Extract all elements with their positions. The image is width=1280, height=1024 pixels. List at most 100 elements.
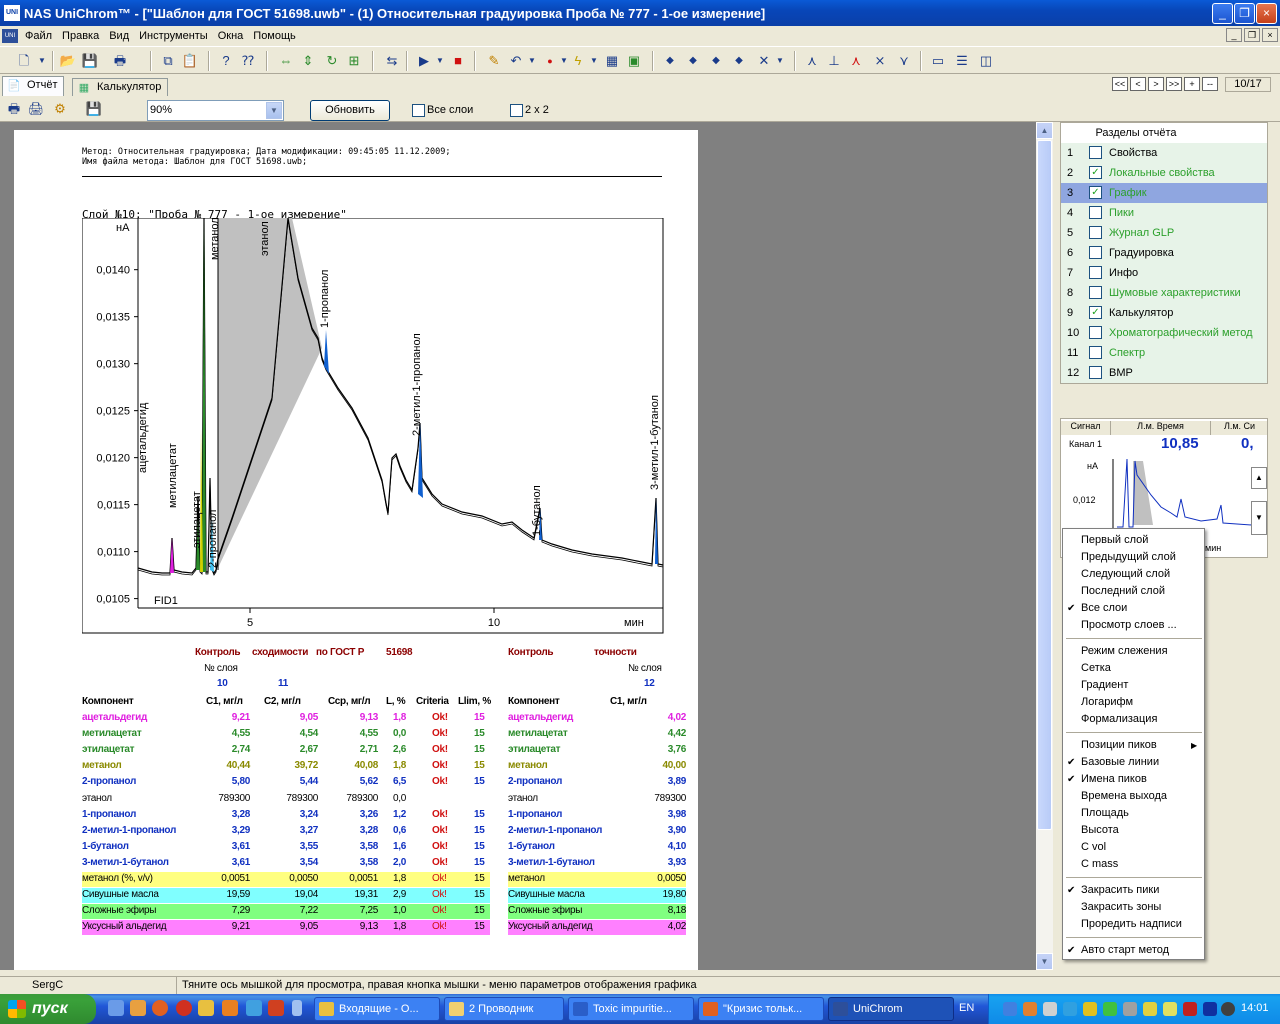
settings-tray-icon[interactable]	[1123, 1002, 1137, 1016]
taskbar-task[interactable]: Toxic impuritie...	[568, 997, 694, 1021]
tab-calculator[interactable]: ▦ Калькулятор	[72, 78, 169, 96]
title-bar[interactable]: UNI NAS UniChrom™ - ["Шаблон для ГОСТ 51…	[0, 0, 1280, 26]
taskbar-task[interactable]: "Кризис тольк...	[698, 997, 824, 1021]
context-menu-item[interactable]: Имена пиков	[1081, 771, 1147, 788]
new-icon[interactable]: 🗋	[14, 51, 34, 71]
section-checkbox[interactable]: ✓	[1089, 186, 1102, 199]
context-menu-item[interactable]: Времена выхода	[1081, 788, 1167, 805]
context-menu-item[interactable]: C mass	[1081, 856, 1118, 873]
context-menu-item[interactable]: Закрасить пики	[1081, 882, 1159, 899]
refresh-button[interactable]: Обновить	[310, 100, 390, 121]
print-preview-icon[interactable]: 🖶	[4, 99, 24, 119]
section-checkbox[interactable]: ✓	[1089, 306, 1102, 319]
mini-scroll-up[interactable]: ▲	[1251, 467, 1267, 489]
section-row[interactable]: 9 ✓ Калькулятор	[1061, 303, 1267, 323]
disk-tray-icon[interactable]	[1143, 1002, 1157, 1016]
calc-icon[interactable]: ▦	[602, 51, 622, 71]
alert-tray-icon[interactable]	[1183, 1002, 1197, 1016]
menu-file[interactable]: Файл	[20, 30, 57, 42]
section-row[interactable]: 6 Градуировка	[1061, 243, 1267, 263]
section-row[interactable]: 2 ✓ Локальные свойства	[1061, 163, 1267, 183]
section-row[interactable]: 8 Шумовые характеристики	[1061, 283, 1267, 303]
context-menu-item[interactable]: Все слои	[1081, 600, 1127, 617]
context-menu-item[interactable]: Последний слой	[1081, 583, 1165, 600]
marker-x-dropdown-icon[interactable]: ▼	[770, 51, 790, 71]
fit-icon[interactable]: ⊞	[344, 51, 364, 71]
report-save-icon[interactable]: 💾	[84, 99, 104, 119]
arrows-v-icon[interactable]: ⇕	[298, 51, 318, 71]
minimize-button[interactable]: _	[1212, 3, 1233, 24]
section-checkbox[interactable]	[1089, 246, 1102, 259]
taskbar-task[interactable]: Входящие - О...	[314, 997, 440, 1021]
desktop-quicklaunch-icon[interactable]	[108, 1000, 124, 1016]
link-icon[interactable]: ⇆	[382, 51, 402, 71]
nav-next-button[interactable]: >	[1148, 77, 1164, 91]
context-menu-item[interactable]: Предыдущий слой	[1081, 549, 1176, 566]
play-dropdown-icon[interactable]: ▼	[430, 51, 450, 71]
printer-tray-icon[interactable]	[1043, 1002, 1057, 1016]
nav-prev-button[interactable]: <	[1130, 77, 1146, 91]
nav-add-button[interactable]: +	[1184, 77, 1200, 91]
baseline-icon[interactable]: ⊥	[824, 51, 844, 71]
context-help-icon[interactable]: ⁇	[238, 51, 258, 71]
save-icon[interactable]: 💾	[80, 51, 100, 71]
section-row[interactable]: 7 Инфо	[1061, 263, 1267, 283]
context-menu-item[interactable]: Формализация	[1081, 711, 1157, 728]
context-menu-item[interactable]: Авто старт метод	[1081, 942, 1169, 959]
all-layers-checkbox[interactable]	[412, 104, 425, 117]
copy-icon[interactable]: ⧉	[158, 51, 178, 71]
taskbar-task[interactable]: 2 Проводник	[444, 997, 564, 1021]
section-row[interactable]: 4 Пики	[1061, 203, 1267, 223]
mini-scroll-down[interactable]: ▼	[1251, 501, 1267, 535]
arrows-h-icon[interactable]: ⇔	[276, 51, 296, 71]
two-by-two-checkbox[interactable]	[510, 104, 523, 117]
context-menu-item[interactable]: Проредить надписи	[1081, 916, 1182, 933]
taskbar-task[interactable]: UniChrom	[828, 997, 954, 1021]
network-tray-icon[interactable]	[1003, 1002, 1017, 1016]
report-page[interactable]: Метод: Относительная градуировка; Дата м…	[14, 130, 698, 970]
firefox-quicklaunch-icon[interactable]	[152, 1000, 168, 1016]
peak-merge-icon[interactable]: ⋎	[894, 51, 914, 71]
volume-tray-icon[interactable]	[1221, 1002, 1235, 1016]
section-checkbox[interactable]	[1089, 226, 1102, 239]
window-stack-icon[interactable]: ☰	[952, 51, 972, 71]
mdi-app-icon[interactable]: UNI	[2, 29, 18, 43]
section-row[interactable]: 5 Журнал GLP	[1061, 223, 1267, 243]
marker-down-icon[interactable]: ◆	[729, 51, 749, 71]
scroll-thumb[interactable]	[1037, 140, 1052, 830]
quicklaunch-expand-icon[interactable]	[292, 1000, 302, 1016]
section-checkbox[interactable]	[1089, 326, 1102, 339]
paste-icon[interactable]: 📋	[180, 51, 200, 71]
stop-icon[interactable]: ■	[448, 51, 468, 71]
context-menu-item[interactable]: Следующий слой	[1081, 566, 1170, 583]
print-icon[interactable]: 🖶	[110, 51, 130, 71]
media-quicklaunch-icon[interactable]	[222, 1000, 238, 1016]
mdi-close-button[interactable]: ×	[1262, 28, 1278, 42]
context-menu-item[interactable]: Сетка	[1081, 660, 1111, 677]
undo-dropdown-icon[interactable]: ▼	[522, 51, 542, 71]
lightning-dropdown-icon[interactable]: ▼	[584, 51, 604, 71]
peak-red-icon[interactable]: ⋏	[846, 51, 866, 71]
mdi-restore-button[interactable]: ❐	[1244, 28, 1260, 42]
app-tray-icon[interactable]	[1203, 1002, 1217, 1016]
scroll-down-button[interactable]: ▼	[1036, 953, 1053, 970]
section-row[interactable]: 1 Свойства	[1061, 143, 1267, 163]
open-icon[interactable]: 📂	[58, 51, 78, 71]
report-icon[interactable]: ▣	[624, 51, 644, 71]
dropdown-icon[interactable]: ▼	[32, 51, 52, 71]
marker-left-icon[interactable]: ◆	[660, 51, 680, 71]
context-menu-item[interactable]: Площадь	[1081, 805, 1129, 822]
menu-tools[interactable]: Инструменты	[134, 30, 213, 42]
language-indicator[interactable]: EN	[959, 1002, 974, 1014]
refresh-icon[interactable]: ↻	[322, 51, 342, 71]
section-row[interactable]: 10 Хроматографический метод	[1061, 323, 1267, 343]
marker-right-icon[interactable]: ◆	[683, 51, 703, 71]
section-checkbox[interactable]	[1089, 366, 1102, 379]
edit-icon[interactable]: ✎	[484, 51, 504, 71]
chromatogram-chart[interactable]: 0,0105 0,0110 0,0115 0,0120 0,0125 0,0130 0,01…	[82, 218, 664, 634]
close-button[interactable]: ×	[1256, 3, 1277, 24]
help-icon[interactable]: ?	[216, 51, 236, 71]
section-checkbox[interactable]	[1089, 206, 1102, 219]
context-menu-item[interactable]: Позиции пиков	[1081, 737, 1157, 754]
mdi-minimize-button[interactable]: _	[1226, 28, 1242, 42]
